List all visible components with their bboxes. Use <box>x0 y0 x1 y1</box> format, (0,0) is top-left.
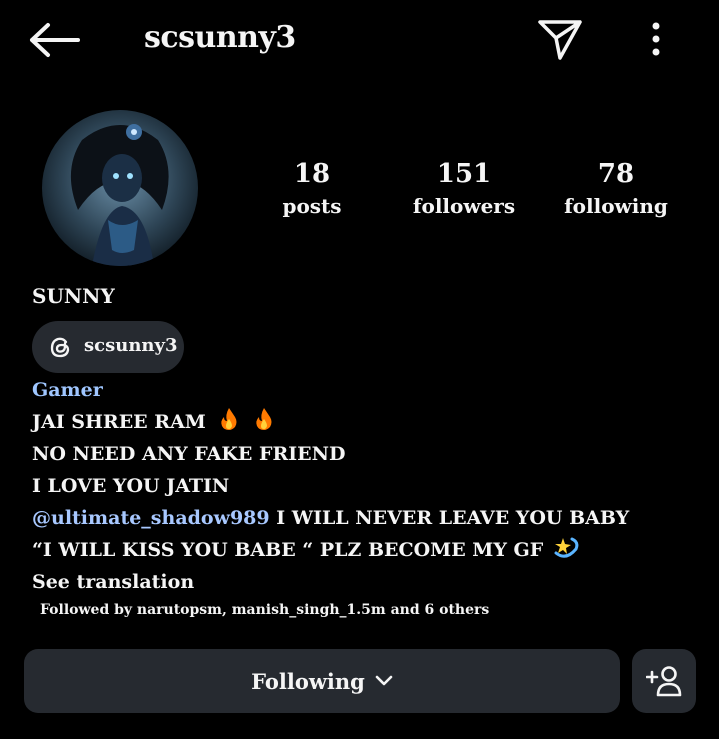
chevron-down-icon <box>375 675 393 686</box>
add-user-button[interactable] <box>632 649 696 713</box>
fire-emoji-icon <box>256 408 272 430</box>
stat-posts[interactable]: 18 posts <box>237 158 387 222</box>
stat-followers-label: followers <box>412 194 516 218</box>
stat-followers-value: 151 <box>436 159 492 189</box>
see-translation-link[interactable]: See translation <box>32 566 629 598</box>
following-label: Following <box>251 668 365 694</box>
stat-posts-label: posts <box>282 194 342 218</box>
threads-icon <box>50 337 70 358</box>
profile-username: scsunny3 <box>144 20 296 55</box>
bio-line-1: JAI SHREE RAM <box>32 411 206 433</box>
stat-following-value: 78 <box>597 159 635 189</box>
threads-handle: scsunny3 <box>84 335 178 356</box>
stat-following-label: following <box>564 194 668 218</box>
threads-badge[interactable]: scsunny3 <box>32 321 184 373</box>
arrow-left-icon[interactable] <box>28 22 82 58</box>
stat-followers[interactable]: 151 followers <box>389 158 539 222</box>
bio: Gamer JAI SHREE RAM NO NEED ANY FAKE FRI… <box>32 374 629 598</box>
profile-avatar[interactable] <box>42 110 198 266</box>
bio-line-4: I WILL NEVER LEAVE YOU BABY <box>269 507 630 529</box>
add-user-icon <box>646 666 682 697</box>
category-label: Gamer <box>32 379 103 401</box>
bio-line-3: I LOVE YOU JATIN <box>32 475 230 497</box>
dizzy-emoji-icon <box>554 537 579 558</box>
bio-line-2: NO NEED ANY FAKE FRIEND <box>32 443 346 465</box>
stat-posts-value: 18 <box>293 159 331 189</box>
bio-mention-link[interactable]: @ultimate_shadow989 <box>32 507 270 529</box>
stat-following[interactable]: 78 following <box>541 158 691 222</box>
fire-emoji-icon <box>221 408 237 430</box>
bio-line: “I WILL KISS YOU BABE “ PLZ BECOME MY GF <box>32 534 629 566</box>
more-vertical-icon[interactable] <box>644 20 668 60</box>
bio-line-5: “I WILL KISS YOU BABE “ PLZ BECOME MY GF <box>32 539 544 561</box>
top-bar: scsunny3 <box>0 0 719 80</box>
display-name: SUNNY <box>32 284 115 308</box>
bio-line: @ultimate_shadow989 I WILL NEVER LEAVE Y… <box>32 502 629 534</box>
followed-by-text[interactable]: Followed by narutopsm, manish_singh_1.5m… <box>40 602 489 618</box>
bio-line: JAI SHREE RAM <box>32 406 629 438</box>
paper-plane-icon[interactable] <box>536 18 584 62</box>
following-button[interactable]: Following <box>24 649 620 713</box>
